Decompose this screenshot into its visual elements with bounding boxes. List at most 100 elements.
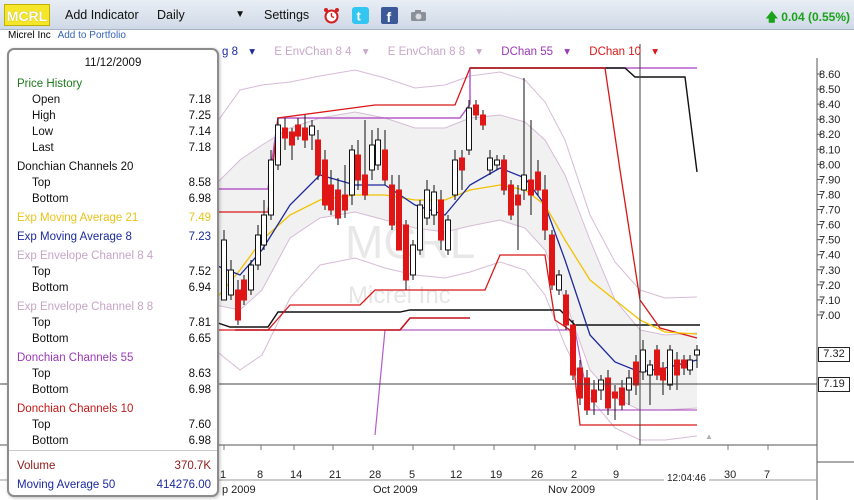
dc20-heading: Donchian Channels 20 xyxy=(17,161,134,173)
date-tick-label: 28 xyxy=(369,469,381,481)
price-tick-label: 8.00 xyxy=(819,159,840,171)
date-tick-label: 19 xyxy=(490,469,502,481)
dc55-top-row: Top 8.63 xyxy=(32,368,211,380)
price-tick-label: 8.30 xyxy=(819,114,840,126)
candle-down xyxy=(542,189,548,231)
crosshair-time-label: 12:04:46 xyxy=(664,473,709,484)
legend-envchan-84[interactable]: E EnvChan 8 4 ▾ xyxy=(274,46,376,58)
candle-down xyxy=(322,159,328,206)
candle-up xyxy=(431,191,437,216)
settings-menu[interactable]: Settings xyxy=(264,8,309,22)
legend-ema8[interactable]: g 8 ▾ xyxy=(222,46,263,58)
watermark-name: Micrel Inc xyxy=(348,282,451,309)
month-label: Nov 2009 xyxy=(548,484,595,496)
svg-text:t: t xyxy=(357,9,362,24)
price-tick-label: 8.60 xyxy=(819,69,840,81)
symbol-box[interactable]: MCRL xyxy=(4,4,50,26)
price-tick-label: 7.40 xyxy=(819,250,840,262)
candle-down xyxy=(335,189,341,219)
legend-dchan-10[interactable]: DChan 10 ▾ xyxy=(589,46,666,58)
company-line: Micrel Inc Add to Portfolio xyxy=(8,30,126,41)
price-tick-label: 7.10 xyxy=(819,295,840,307)
candle-up xyxy=(375,139,381,166)
date-tick-label: 9 xyxy=(613,469,619,481)
facebook-icon[interactable]: f xyxy=(381,7,398,24)
candle-down xyxy=(241,279,247,301)
dc10-top-row: Top 7.60 xyxy=(32,419,211,431)
price-tick-label: 8.40 xyxy=(819,99,840,111)
panel-divider xyxy=(9,450,217,451)
candle-down xyxy=(389,184,395,226)
price-change-quote: 🡅 0.04 (0.55%) xyxy=(766,8,850,29)
candle-down xyxy=(235,289,241,321)
candle-down xyxy=(508,184,514,216)
period-value: Daily xyxy=(157,8,185,22)
chevron-down-icon: ▾ xyxy=(362,46,369,58)
candle-down xyxy=(315,139,321,176)
add-to-portfolio-link[interactable]: Add to Portfolio xyxy=(58,30,126,41)
twitter-icon[interactable]: t xyxy=(352,7,369,24)
camera-icon[interactable] xyxy=(410,7,427,24)
candle-down xyxy=(654,349,660,376)
date-tick-label: 5 xyxy=(409,469,415,481)
ema8-row: Exp Moving Average 8 7.23 xyxy=(17,231,211,243)
candle-up xyxy=(261,214,267,246)
dc55-bottom-row: Bottom 6.98 xyxy=(32,384,211,396)
date-tick-label: 14 xyxy=(290,469,302,481)
candle-up xyxy=(687,359,693,371)
candle-down xyxy=(584,377,590,411)
period-select[interactable]: Daily ▼ xyxy=(157,8,247,22)
add-indicator-menu[interactable]: Add Indicator xyxy=(65,8,139,22)
candle-up xyxy=(228,269,234,296)
date-tick-label: 30 xyxy=(724,469,736,481)
candle-down xyxy=(515,194,521,206)
last-price-tag: 7.32 xyxy=(818,347,850,362)
env88-heading: Exp Envelope Channel 8 8 xyxy=(17,301,154,313)
date-tick-label: 26 xyxy=(531,469,543,481)
candle-down xyxy=(438,199,444,241)
candle-down xyxy=(342,194,348,211)
dc55-heading: Donchian Channels 55 xyxy=(17,352,134,364)
candle-up xyxy=(248,264,254,291)
candle-down xyxy=(660,367,666,381)
candle-down xyxy=(382,149,388,181)
date-tick-label: 21 xyxy=(329,469,341,481)
chevron-down-icon: ▾ xyxy=(652,46,659,58)
price-tick-label: 7.90 xyxy=(819,174,840,186)
open-row: Open 7.18 xyxy=(32,94,211,106)
alarm-clock-icon[interactable] xyxy=(323,7,340,24)
legend-dchan-55[interactable]: DChan 55 ▾ xyxy=(501,46,578,58)
candle-down xyxy=(549,234,555,286)
scroll-triangle-icon[interactable]: ▲ xyxy=(705,432,713,441)
candle-up xyxy=(369,144,375,171)
arrow-up-icon: 🡅 xyxy=(765,10,778,24)
candle-down xyxy=(563,294,569,326)
candle-up xyxy=(255,234,261,266)
candle-down xyxy=(501,159,507,191)
candle-up xyxy=(424,189,430,219)
candle-up xyxy=(556,274,562,291)
candle-up xyxy=(349,149,355,196)
price-tick-label: 7.30 xyxy=(819,265,840,277)
dc10-bottom-row: Bottom 6.98 xyxy=(32,435,211,447)
data-window-panel: 11/12/2009 Price History Open 7.18 High 7.… xyxy=(7,48,219,497)
date-tick-label: 12 xyxy=(450,469,462,481)
price-tick-label: 8.10 xyxy=(819,144,840,156)
last-row: Last 7.18 xyxy=(32,142,211,154)
dropdown-caret-icon: ▼ xyxy=(235,9,245,20)
candle-up xyxy=(521,174,527,191)
high-row: High 7.25 xyxy=(32,110,211,122)
chevron-down-icon: ▾ xyxy=(476,46,483,58)
candle-down xyxy=(459,157,465,171)
candle-down xyxy=(396,189,402,251)
candle-down xyxy=(633,361,639,386)
quote-value: 0.04 (0.55%) xyxy=(781,10,850,24)
legend-envchan-88[interactable]: E EnvChan 8 8 ▾ xyxy=(388,46,490,58)
volume-row: Volume 370.7K xyxy=(17,460,211,472)
candle-up xyxy=(417,204,423,251)
price-axis: 8.60 8.50 8.40 8.30 8.20 8.10 8.00 7.90 7.80 7.70… xyxy=(817,69,840,322)
candle-down xyxy=(528,179,534,196)
chevron-down-icon: ▾ xyxy=(564,46,571,58)
candle-up xyxy=(445,219,451,251)
candle-up xyxy=(410,244,416,276)
